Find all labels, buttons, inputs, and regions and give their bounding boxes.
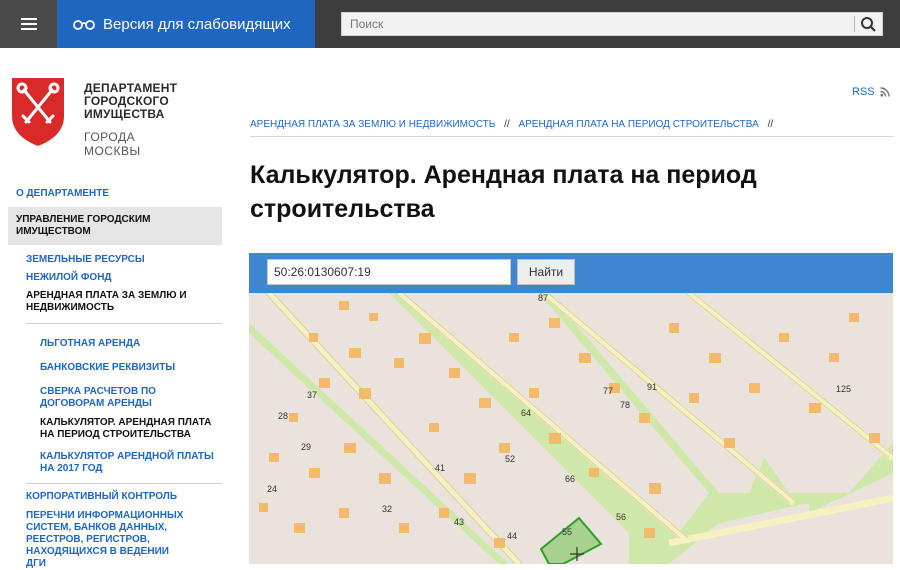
cadastral-map[interactable]: Найти (249, 253, 893, 564)
nav-corporate-control[interactable]: КОРПОРАТИВНЫЙ КОНТРОЛЬ (26, 491, 177, 503)
nav-2017-calculator[interactable]: КАЛЬКУЛЯТОР АРЕНДНОЙ ПЛАТЫ НА 2017 ГОД (40, 451, 215, 475)
parcel-number: 44 (507, 531, 517, 541)
parcel-number: 28 (278, 411, 288, 421)
nav-city-property: УПРАВЛЕНИЕ ГОРОДСКИМ ИМУЩЕСТВОМ (16, 214, 151, 237)
parcel-number: 56 (616, 512, 626, 522)
department-logo[interactable]: ДЕПАРТАМЕНТ ГОРОДСКОГО ИМУЩЕСТВА ГОРОДА … (10, 76, 190, 158)
nav-information-systems[interactable]: ПЕРЕЧНИ ИНФОРМАЦИОННЫХ СИСТЕМ, БАНКОВ ДА… (26, 510, 186, 570)
nav-land-rent[interactable]: АРЕНДНАЯ ПЛАТА ЗА ЗЕМЛЮ И НЕДВИЖИМОСТЬ (26, 290, 196, 314)
parcel-number: 37 (307, 390, 317, 400)
parcel-number: 29 (301, 442, 311, 452)
hamburger-icon (20, 18, 37, 30)
logo-line-3: ИМУЩЕСТВА (84, 107, 165, 121)
page-title: Калькулятор. Арендная плата на период ст… (250, 161, 757, 223)
rss-label: RSS (852, 86, 875, 98)
parcel-number: 41 (435, 463, 445, 473)
find-button[interactable]: Найти (517, 259, 575, 285)
parcel-number: 91 (647, 382, 657, 392)
map-canvas[interactable]: 87 37 28 29 24 32 43 44 41 52 64 66 55 5… (249, 290, 893, 564)
low-vision-label: Версия для слабовидящих (103, 15, 291, 33)
breadcrumb-item-construction-rent[interactable]: АРЕНДНАЯ ПЛАТА НА ПЕРИОД СТРОИТЕЛЬСТВА (518, 119, 758, 130)
sidebar-divider (26, 323, 222, 324)
parcel-number: 24 (267, 484, 277, 494)
nav-non-residential[interactable]: НЕЖИЛОЙ ФОНД (26, 272, 112, 284)
nav-land-resources[interactable]: ЗЕМЕЛЬНЫЕ РЕСУРСЫ (26, 254, 145, 266)
search-divider (854, 16, 855, 32)
search-box (341, 12, 883, 36)
nav-preferential-rent[interactable]: ЛЬГОТНАЯ АРЕНДА (40, 338, 140, 350)
map-layer: 87 37 28 29 24 32 43 44 41 52 64 66 55 5… (249, 290, 893, 564)
parcel-number: 52 (505, 454, 515, 464)
top-bar: Версия для слабовидящих (0, 0, 900, 48)
low-vision-version-button[interactable]: Версия для слабовидящих (57, 0, 315, 48)
breadcrumb: АРЕНДНАЯ ПЛАТА ЗА ЗЕМЛЮ И НЕДВИЖИМОСТЬ /… (250, 119, 893, 137)
parcel-number: 55 (562, 527, 572, 537)
glasses-icon (73, 20, 95, 30)
map-search-bar: Найти (249, 253, 893, 293)
nav-bank-details[interactable]: БАНКОВСКИЕ РЕКВИЗИТЫ (40, 362, 175, 374)
moscow-emblem-icon (12, 78, 64, 146)
parcel-number: 43 (454, 517, 464, 527)
sidebar-divider (26, 483, 222, 484)
breadcrumb-item-land-rent[interactable]: АРЕНДНАЯ ПЛАТА ЗА ЗЕМЛЮ И НЕДВИЖИМОСТЬ (250, 119, 495, 130)
search-icon[interactable] (860, 16, 878, 32)
breadcrumb-separator: // (504, 119, 510, 130)
nav-about[interactable]: О ДЕПАРТАМЕНТЕ (16, 188, 109, 200)
parcel-number: 125 (836, 384, 851, 394)
parcel-number: 64 (521, 408, 531, 418)
search-input[interactable] (342, 13, 854, 35)
nav-rent-reconciliation[interactable]: СВЕРКА РАСЧЕТОВ ПО ДОГОВОРАМ АРЕНДЫ (40, 386, 170, 410)
parcel-number: 66 (565, 474, 575, 484)
breadcrumb-separator: // (767, 119, 774, 130)
parcel-number: 87 (538, 293, 548, 303)
menu-button[interactable] (0, 0, 57, 48)
logo-subtitle: ГОРОДА МОСКВЫ (84, 130, 141, 158)
nav-construction-calculator[interactable]: КАЛЬКУЛЯТОР. АРЕНДНАЯ ПЛАТА НА ПЕРИОД СТ… (40, 417, 215, 441)
nav-active-section[interactable]: УПРАВЛЕНИЕ ГОРОДСКИМ ИМУЩЕСТВОМ (8, 207, 222, 245)
parcel-number: 32 (382, 504, 392, 514)
logo-title: ДЕПАРТАМЕНТ ГОРОДСКОГО ИМУЩЕСТВА (84, 82, 204, 121)
parcel-number: 77 (603, 386, 613, 396)
parcel-number: 78 (620, 400, 630, 410)
rss-link[interactable]: RSS (852, 86, 890, 98)
cadastral-number-input[interactable] (267, 259, 511, 285)
rss-icon (880, 87, 890, 97)
